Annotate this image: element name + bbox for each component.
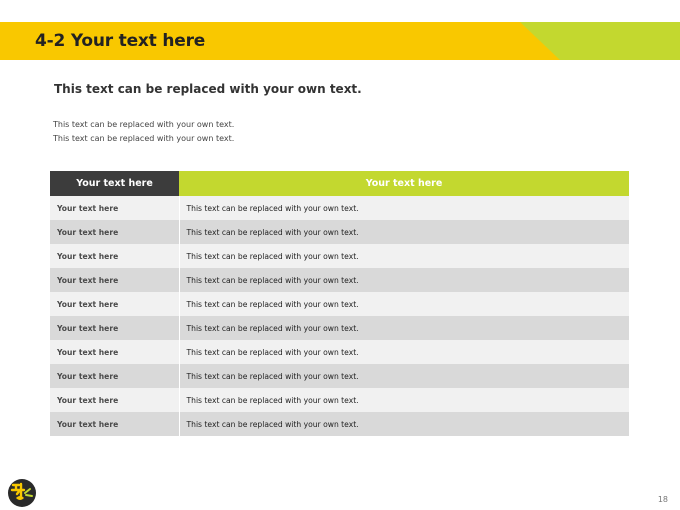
table-cell-value: This text can be replaced with your own … xyxy=(178,292,629,316)
description-line: This text can be replaced with your own … xyxy=(53,120,235,129)
table-cell-value: This text can be replaced with your own … xyxy=(178,340,629,364)
table-cell-key: Your text here xyxy=(50,220,179,244)
table-cell-value: This text can be replaced with your own … xyxy=(178,316,629,340)
table-cell-key: Your text here xyxy=(50,316,179,340)
table-cell-key: Your text here xyxy=(50,340,179,364)
table-cell-value: This text can be replaced with your own … xyxy=(178,196,629,220)
table-header-key: Your text here xyxy=(50,171,179,196)
table-cell-key: Your text here xyxy=(50,196,179,220)
slide: 4-2 Your text here This text can be repl… xyxy=(0,0,680,510)
description-line: This text can be replaced with your own … xyxy=(53,134,235,143)
brand-logo-icon xyxy=(6,476,38,508)
table-row: Your text here This text can be replaced… xyxy=(50,340,629,364)
table-cell-value: This text can be replaced with your own … xyxy=(178,244,629,268)
table-row: Your text here This text can be replaced… xyxy=(50,196,629,220)
page-title: 4-2 Your text here xyxy=(35,31,206,51)
table-cell-key: Your text here xyxy=(50,268,179,292)
section-subtitle: This text can be replaced with your own … xyxy=(54,82,362,96)
table-row: Your text here This text can be replaced… xyxy=(50,220,629,244)
content-table: Your text here Your text here Your text … xyxy=(50,171,629,436)
table-cell-value: This text can be replaced with your own … xyxy=(178,268,629,292)
brand-logo-graphic xyxy=(8,479,36,507)
table-row: Your text here This text can be replaced… xyxy=(50,268,629,292)
table-row: Your text here This text can be replaced… xyxy=(50,364,629,388)
table-cell-value: This text can be replaced with your own … xyxy=(178,388,629,412)
table-cell-key: Your text here xyxy=(50,244,179,268)
table-cell-key: Your text here xyxy=(50,364,179,388)
table-row: Your text here This text can be replaced… xyxy=(50,244,629,268)
table-row: Your text here This text can be replaced… xyxy=(50,388,629,412)
table-row: Your text here This text can be replaced… xyxy=(50,292,629,316)
table-row: Your text here This text can be replaced… xyxy=(50,316,629,340)
table-header-row: Your text here Your text here xyxy=(50,171,629,196)
table-cell-key: Your text here xyxy=(50,388,179,412)
table-cell-key: Your text here xyxy=(50,292,179,316)
table-cell-value: This text can be replaced with your own … xyxy=(178,220,629,244)
table-cell-value: This text can be replaced with your own … xyxy=(178,364,629,388)
table-cell-value: This text can be replaced with your own … xyxy=(178,412,629,436)
page-number: 18 xyxy=(657,495,668,504)
table-header-value: Your text here xyxy=(179,171,629,196)
table-cell-key: Your text here xyxy=(50,412,179,436)
table-row: Your text here This text can be replaced… xyxy=(50,412,629,436)
